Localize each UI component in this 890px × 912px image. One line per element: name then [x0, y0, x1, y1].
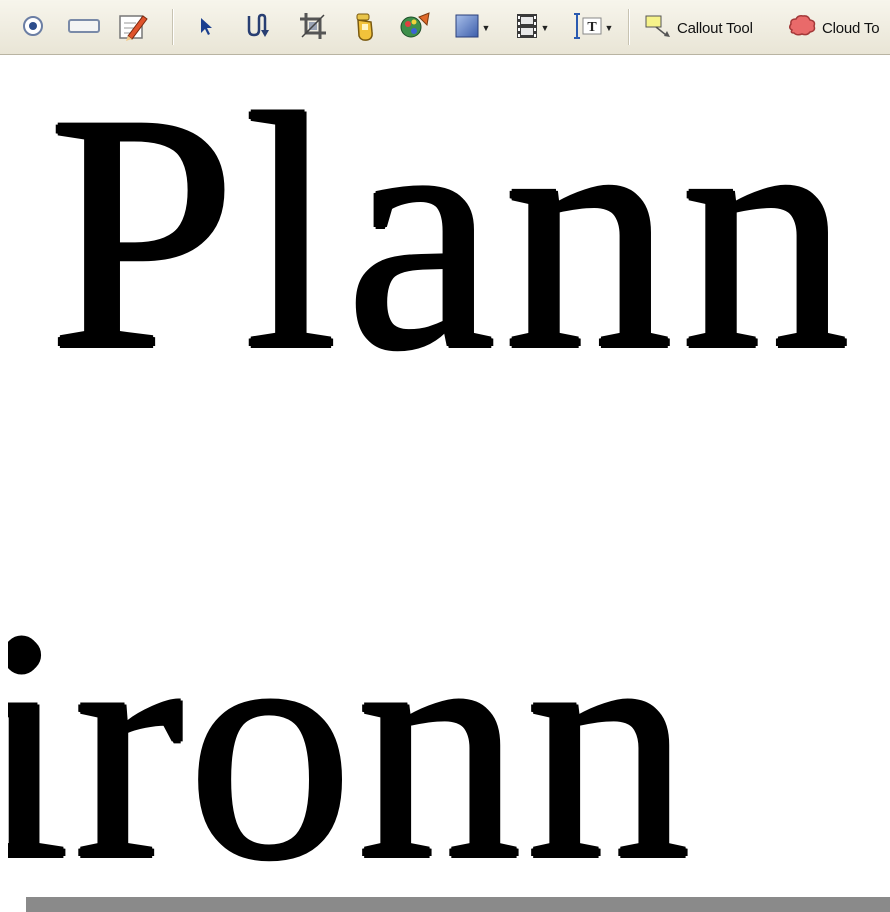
cloud-tool-label: Cloud To [822, 19, 880, 37]
fill-color-icon [454, 13, 480, 44]
toolbar-separator [628, 9, 630, 45]
fill-color-button[interactable]: ▼ [447, 13, 497, 43]
color-tool-icon [399, 11, 431, 46]
toolbar: ▼ ▼ T ▼ Callout Tool Cloud To [0, 0, 890, 55]
film-tool-button[interactable]: ▼ [507, 13, 557, 43]
crop-tool-button[interactable] [293, 12, 333, 43]
hand-tool-icon [351, 10, 379, 47]
color-tool-button[interactable] [395, 11, 435, 46]
chevron-down-icon[interactable]: ▼ [605, 23, 614, 33]
callout-tool-label: Callout Tool [677, 19, 753, 37]
cloud-tool-button[interactable]: Cloud To [787, 13, 890, 43]
document-canvas[interactable]: Plann ironn [8, 56, 890, 896]
film-tool-icon [515, 12, 539, 45]
pointer-tool-button[interactable] [190, 13, 220, 43]
text-frame-tool-icon: T [571, 10, 603, 47]
svg-text:T: T [587, 20, 597, 35]
callout-tool-icon [644, 13, 672, 44]
cloud-tool-icon [787, 13, 817, 43]
chevron-down-icon[interactable]: ▼ [482, 23, 491, 33]
toolbar-separator [172, 9, 174, 45]
rectangle-tool-icon [67, 16, 101, 41]
hand-tool-button[interactable] [345, 13, 385, 43]
chevron-down-icon[interactable]: ▼ [541, 23, 550, 33]
callout-tool-button[interactable]: Callout Tool [644, 13, 778, 43]
path-tool-button[interactable] [241, 13, 277, 43]
pointer-tool-icon [195, 15, 215, 42]
pencil-tool-button[interactable] [112, 13, 152, 43]
text-frame-tool-button[interactable]: T ▼ [565, 12, 619, 43]
page-shadow [26, 897, 890, 912]
radio-tool-icon [21, 14, 45, 43]
document-text-line-2: ironn [8, 563, 695, 897]
path-tool-icon [244, 12, 274, 45]
crop-tool-icon [297, 10, 329, 47]
rectangle-tool-button[interactable] [64, 13, 104, 43]
radio-tool-button[interactable] [16, 13, 50, 43]
pencil-tool-icon [116, 10, 148, 47]
document-text-line-1: Plann [48, 56, 858, 420]
